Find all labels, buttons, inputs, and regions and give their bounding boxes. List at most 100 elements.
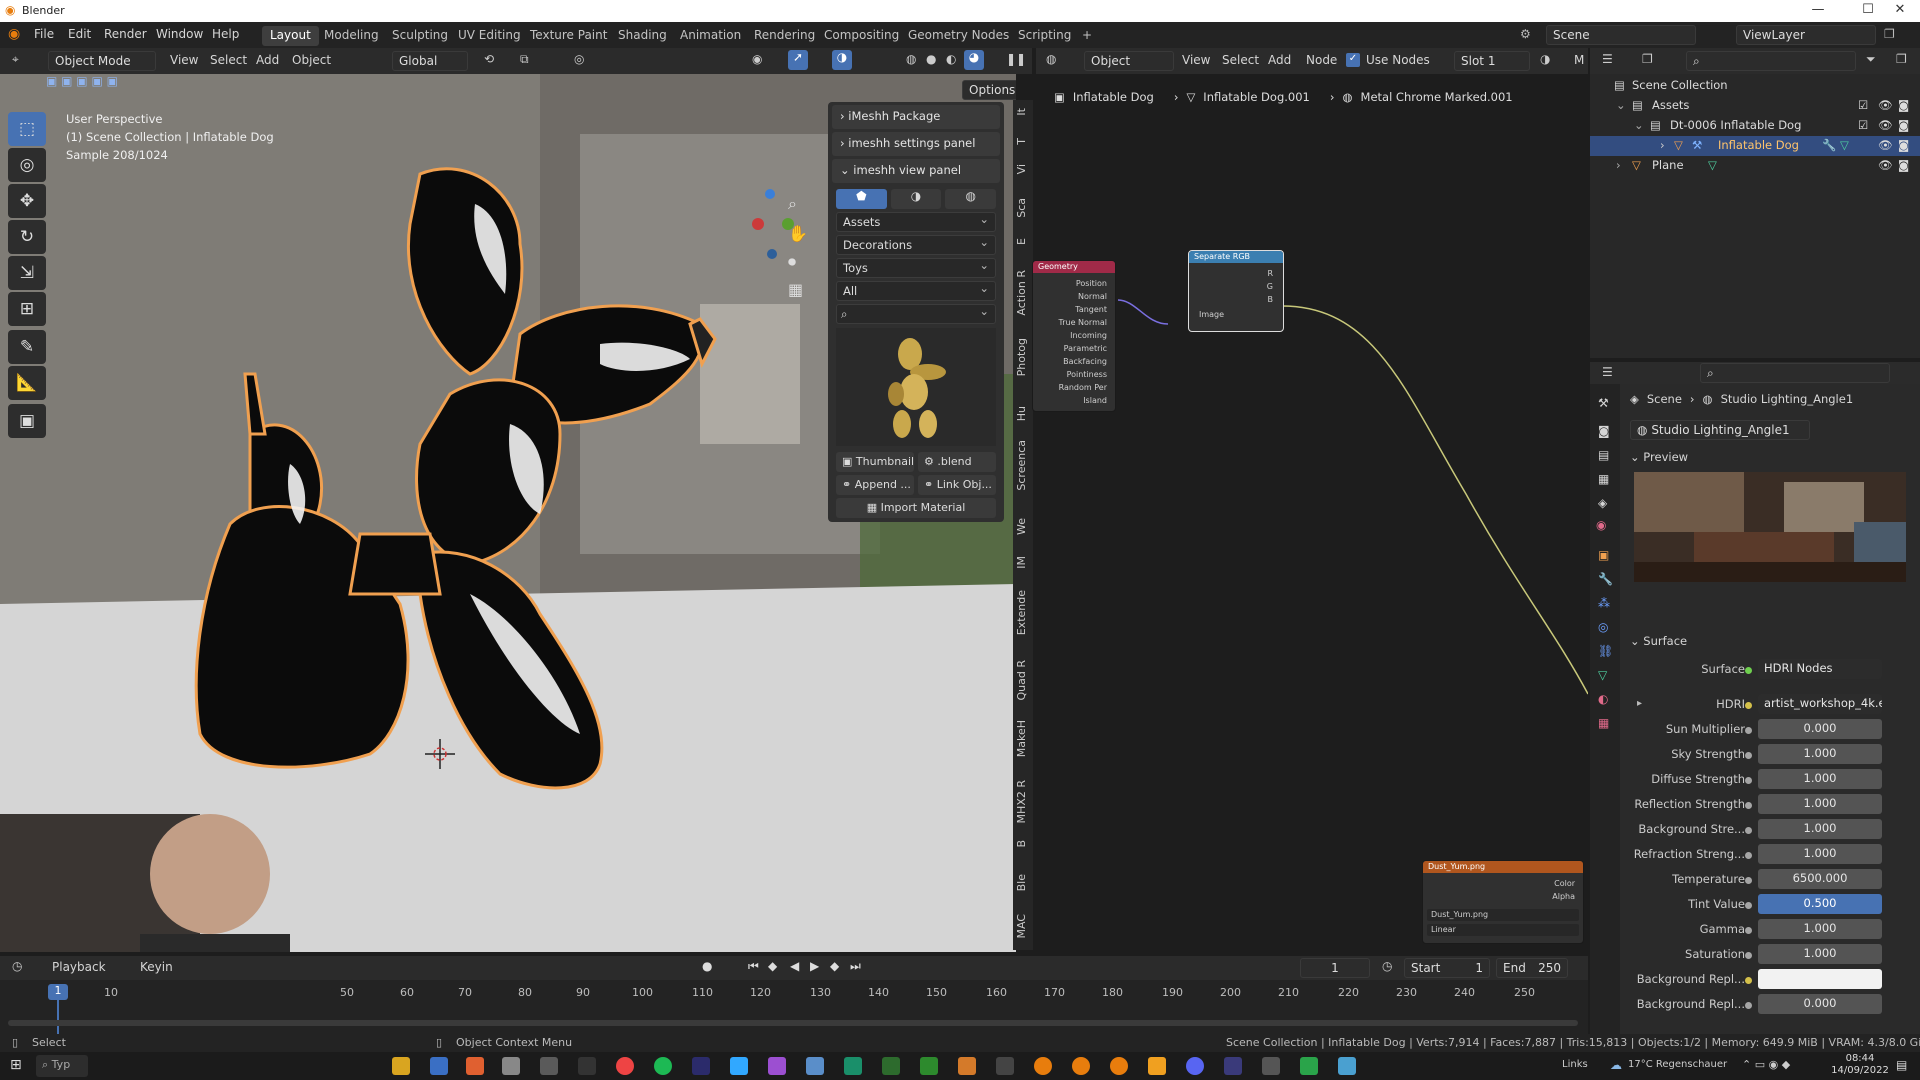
imeshh-category-decorations[interactable]: Decorations bbox=[836, 235, 996, 255]
checkbox-icon[interactable]: ☑ bbox=[1858, 98, 1868, 112]
surface-section-header[interactable]: ⌄ Surface bbox=[1630, 634, 1687, 648]
particles-tab-icon[interactable]: ⁂ bbox=[1598, 596, 1610, 610]
app-icon[interactable] bbox=[502, 1057, 520, 1075]
select-mode-icons[interactable]: ▣ ▣ ▣ ▣ ▣ bbox=[46, 74, 142, 96]
add-workspace-button[interactable]: + bbox=[1074, 26, 1100, 46]
taskbar-weather[interactable]: 17°C Regenschauer bbox=[1628, 1059, 1727, 1070]
side-tab-tool[interactable]: T bbox=[1015, 138, 1031, 145]
link-object-button[interactable]: ⚭ Link Obj... bbox=[918, 475, 996, 495]
image-file-field[interactable]: Dust_Yum.png bbox=[1427, 909, 1579, 921]
material-name-truncated[interactable]: M bbox=[1574, 53, 1584, 67]
diffuse-strength-field[interactable]: 1.000 bbox=[1758, 769, 1882, 789]
select-box-tool[interactable]: ⬚ bbox=[8, 112, 46, 146]
node-menu-select[interactable]: Select bbox=[1222, 53, 1259, 67]
breadcrumb-world[interactable]: Studio Lighting_Angle1 bbox=[1721, 392, 1854, 406]
new-collection-icon[interactable]: ❐ bbox=[1896, 52, 1907, 66]
app-icon[interactable] bbox=[430, 1057, 448, 1075]
notification-icon[interactable]: ▤ bbox=[1896, 1058, 1907, 1072]
reverse-play-icon[interactable]: ◀ bbox=[790, 959, 799, 973]
tab-texture-paint[interactable]: Texture Paint bbox=[522, 26, 615, 46]
asset-type-models-icon[interactable]: ⬟ bbox=[836, 189, 887, 209]
transform-tool[interactable]: ⊞ bbox=[8, 292, 46, 326]
vp-menu-object[interactable]: Object bbox=[292, 53, 331, 67]
jump-start-icon[interactable]: ⏮ bbox=[748, 959, 759, 974]
eye-icon[interactable]: 👁 bbox=[1878, 138, 1893, 152]
background-replace-color[interactable] bbox=[1758, 969, 1882, 989]
thumbnail-button[interactable]: ▣ Thumbnail bbox=[836, 452, 914, 472]
pause-render-icon[interactable]: ❚❚ bbox=[1006, 52, 1026, 66]
start-frame-field[interactable]: Start 1 bbox=[1404, 958, 1490, 978]
view-layer-selector[interactable]: ViewLayer bbox=[1736, 25, 1876, 45]
playhead[interactable]: 1 bbox=[48, 984, 68, 1000]
imeshh-settings-header[interactable]: › imeshh settings panel bbox=[832, 132, 1000, 156]
taskbar-time[interactable]: 08:44 bbox=[1838, 1053, 1882, 1064]
camera-icon[interactable]: ◙ bbox=[1898, 98, 1909, 112]
minimize-icon[interactable]: — bbox=[1798, 2, 1838, 17]
saturation-field[interactable]: 1.000 bbox=[1758, 944, 1882, 964]
append-button[interactable]: ⚭ Append ... bbox=[836, 475, 914, 495]
side-tab-action-r[interactable]: Action R bbox=[1015, 270, 1031, 316]
app-icon[interactable] bbox=[920, 1057, 938, 1075]
side-tab-view[interactable]: Vi bbox=[1015, 164, 1031, 174]
camera-view-icon[interactable]: ⏺ bbox=[788, 252, 796, 272]
solid-shading-icon[interactable]: ● bbox=[926, 52, 936, 66]
side-tab-im[interactable]: IM bbox=[1015, 556, 1031, 569]
taskbar-search[interactable]: ⌕ Typ bbox=[36, 1055, 88, 1077]
imeshh-category-all[interactable]: All bbox=[836, 281, 996, 301]
app-icon[interactable] bbox=[1262, 1057, 1280, 1075]
vp-menu-view[interactable]: View bbox=[170, 53, 198, 67]
separate-rgb-node[interactable]: Separate RGB R G B Image bbox=[1188, 250, 1284, 332]
app-icon[interactable] bbox=[996, 1057, 1014, 1075]
app-icon[interactable] bbox=[882, 1057, 900, 1075]
outliner-type-icon[interactable]: ☰ bbox=[1602, 52, 1613, 66]
blend-button[interactable]: ⚙ .blend bbox=[918, 452, 996, 472]
hdri-image-field[interactable]: artist_workshop_4k.exr... bbox=[1758, 694, 1882, 714]
chrome-icon[interactable] bbox=[616, 1057, 634, 1075]
outliner-row-scene-collection[interactable]: ▤ Scene Collection bbox=[1590, 76, 1920, 96]
sky-strength-field[interactable]: 1.000 bbox=[1758, 744, 1882, 764]
breadcrumb-scene[interactable]: Scene bbox=[1647, 392, 1682, 406]
pivot-icon[interactable]: ⟲ bbox=[484, 52, 494, 66]
side-tab-item[interactable]: It bbox=[1015, 108, 1031, 116]
side-tab-we[interactable]: We bbox=[1015, 518, 1031, 535]
side-tab-extende[interactable]: Extende bbox=[1015, 590, 1031, 635]
blender-taskbar-icon[interactable] bbox=[1072, 1057, 1090, 1075]
shader-type-selector[interactable]: Object bbox=[1084, 51, 1174, 71]
outliner-row-plane[interactable]: › ▽ Plane ▽ 👁 ◙ bbox=[1590, 156, 1920, 176]
snap-icon[interactable]: ⧉ bbox=[520, 52, 529, 67]
cursor-tool[interactable]: ◎ bbox=[8, 148, 46, 182]
modifier-tab-icon[interactable]: 🔧 bbox=[1598, 572, 1613, 586]
scale-tool[interactable]: ⇲ bbox=[8, 256, 46, 290]
reflection-strength-field[interactable]: 1.000 bbox=[1758, 794, 1882, 814]
stopwatch-icon[interactable]: ◷ bbox=[1382, 959, 1392, 973]
menu-window[interactable]: Window bbox=[156, 27, 203, 41]
scene-tab-icon[interactable]: ◈ bbox=[1598, 496, 1607, 510]
prev-keyframe-icon[interactable]: ◆ bbox=[768, 959, 777, 973]
timeline-type-icon[interactable]: ◷ bbox=[12, 959, 22, 973]
pan-hand-icon[interactable]: ✋ bbox=[788, 224, 808, 243]
outliner-row-inflatable-dog[interactable]: › ▽ ⚒ Inflatable Dog 🔧 ▽ 👁 ◙ bbox=[1590, 136, 1920, 156]
texture-tab-icon[interactable]: ▦ bbox=[1598, 716, 1609, 730]
app-icon[interactable] bbox=[768, 1057, 786, 1075]
camera-icon[interactable]: ◙ bbox=[1898, 158, 1909, 172]
outliner-search[interactable]: ⌕ bbox=[1686, 51, 1856, 71]
asset-thumbnail[interactable] bbox=[836, 328, 996, 446]
image-texture-node[interactable]: Dust_Yum.png Color Alpha Dust_Yum.png Li… bbox=[1422, 860, 1584, 944]
interpolation-dropdown[interactable]: Linear bbox=[1427, 924, 1579, 936]
imeshh-category-toys[interactable]: Toys bbox=[836, 258, 996, 278]
side-tab-makeh[interactable]: MakeH bbox=[1015, 720, 1031, 757]
next-keyframe-icon[interactable]: ◆ bbox=[830, 959, 839, 973]
tray-icons[interactable]: ⌃ ▭ ◉ ◆ bbox=[1742, 1058, 1790, 1071]
vp-menu-add[interactable]: Add bbox=[256, 53, 279, 67]
app-icon[interactable] bbox=[844, 1057, 862, 1075]
menu-help[interactable]: Help bbox=[212, 27, 239, 41]
surface-shader-field[interactable]: HDRI Nodes bbox=[1758, 659, 1882, 679]
tint-value-field[interactable]: 0.500 bbox=[1758, 894, 1882, 914]
gizmo-toggle-icon[interactable]: ➚ bbox=[788, 50, 808, 70]
app-icon[interactable] bbox=[692, 1057, 710, 1075]
output-tab-icon[interactable]: ▤ bbox=[1598, 448, 1609, 462]
imeshh-category-assets[interactable]: Assets bbox=[836, 212, 996, 232]
object-tab-icon[interactable]: ▣ bbox=[1598, 548, 1609, 562]
annotate-tool[interactable]: ✎ bbox=[8, 330, 46, 364]
data-tab-icon[interactable]: ▽ bbox=[1598, 668, 1607, 682]
